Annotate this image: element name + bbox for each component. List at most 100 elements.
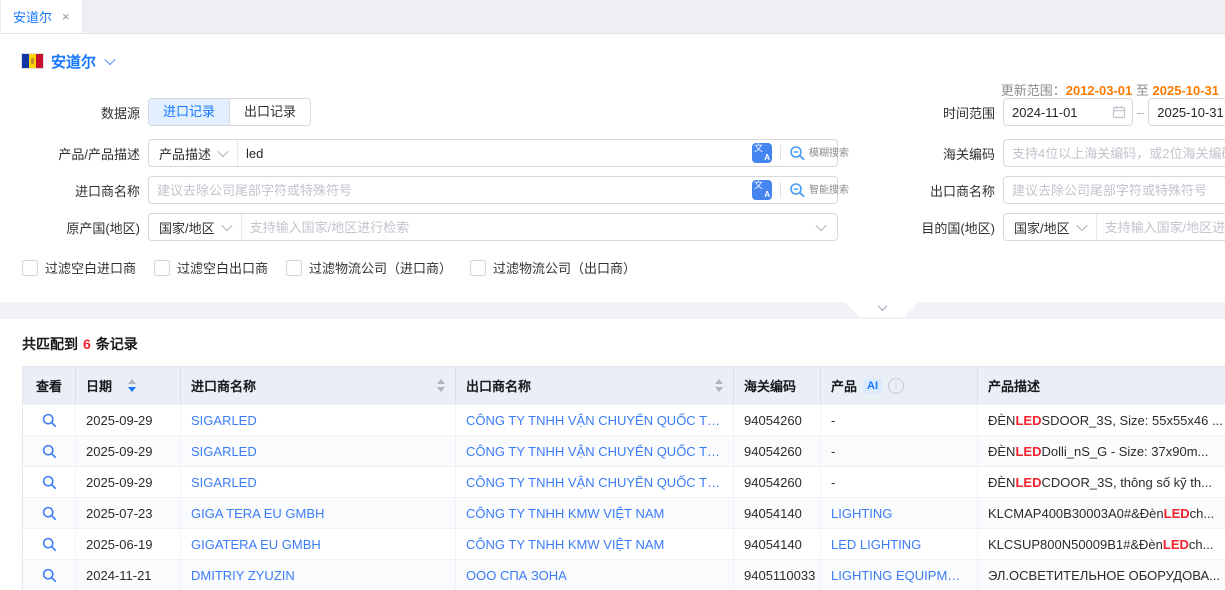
translate-icon[interactable]: 文 A — [752, 180, 772, 200]
cell-desc: KLCSUP800N50009B1#&Đèn LED ch... — [978, 529, 1225, 559]
magnifier-icon — [42, 506, 57, 521]
importer-link[interactable]: GIGATERA EU GMBH — [191, 537, 321, 552]
filter-blank-importer[interactable]: 过滤空白进口商 — [22, 258, 136, 277]
collapse-panel-button[interactable] — [845, 302, 919, 317]
cell-hs: 94054260 — [734, 467, 821, 497]
col-product: 产品 AI i — [821, 367, 978, 404]
sort-exporter-control[interactable] — [709, 379, 723, 392]
product-search-input[interactable] — [238, 146, 752, 161]
importer-link[interactable]: GIGA TERA EU GMBH — [191, 506, 324, 521]
checkbox[interactable] — [22, 260, 38, 276]
cell-product: - — [821, 467, 978, 497]
sort-date-control[interactable] — [122, 379, 136, 392]
origin-type-select[interactable]: 国家/地区 — [149, 214, 242, 240]
exporter-link[interactable]: CÔNG TY TNHH VẬN CHUYỂN QUỐC TẾ TI... — [466, 413, 723, 428]
importer-link[interactable]: SIGARLED — [191, 413, 257, 428]
cell-hs: 94054260 — [734, 436, 821, 466]
tab-andorra[interactable]: 安道尔 × — [1, 0, 83, 33]
info-icon[interactable]: i — [888, 378, 904, 394]
tab-import-records[interactable]: 进口记录 — [149, 99, 229, 125]
hscode-input[interactable] — [1003, 139, 1225, 167]
importer-link[interactable]: SIGARLED — [191, 444, 257, 459]
importer-label: 进口商名称 — [0, 181, 140, 200]
divider — [780, 145, 781, 161]
checkbox[interactable] — [286, 260, 302, 276]
col-date: 日期 — [76, 367, 181, 404]
view-record-button[interactable] — [42, 475, 57, 490]
importer-input[interactable] — [149, 183, 752, 198]
result-count: 6 — [83, 336, 91, 352]
exporter-link[interactable]: CÔNG TY TNHH KMW VIỆT NAM — [466, 506, 664, 521]
cell-date: 2024-11-21 — [76, 560, 181, 590]
origin-input[interactable] — [242, 220, 817, 235]
chevron-down-icon — [877, 301, 887, 311]
fuzzy-search-button[interactable]: 模糊搜索 — [789, 145, 837, 162]
tab-export-records[interactable]: 出口记录 — [229, 99, 310, 125]
form-row-product: 产品/产品描述 产品描述 文 A 模糊搜索 海关编码 — [0, 139, 1225, 167]
table-row: 2025-09-29 SIGARLED CÔNG TY TNHH VẬN CHU… — [23, 404, 1225, 435]
update-range-to: 至 — [1136, 83, 1149, 98]
close-icon[interactable]: × — [62, 9, 70, 24]
filter-logistics-importer[interactable]: 过滤物流公司（进口商） — [286, 258, 452, 277]
product-link[interactable]: LIGHTING EQUIPMENT — [831, 568, 967, 583]
smart-search-button[interactable]: 智能搜索 — [789, 182, 837, 199]
col-desc: 产品描述 — [978, 367, 1225, 404]
view-record-button[interactable] — [42, 537, 57, 552]
view-record-button[interactable] — [42, 413, 57, 428]
cell-desc: ĐÈN LED Dolli_nS_G - Size: 37x90m... — [978, 436, 1225, 466]
table-row: 2025-07-23 GIGA TERA EU GMBH CÔNG TY TNH… — [23, 497, 1225, 528]
product-link[interactable]: LED LIGHTING — [831, 537, 921, 552]
keyword-highlight: LED — [1015, 475, 1041, 490]
timerange-fields: – — [1003, 98, 1225, 126]
chevron-down-icon[interactable] — [104, 54, 115, 65]
view-record-button[interactable] — [42, 444, 57, 459]
exporter-link[interactable]: CÔNG TY TNHH VẬN CHUYỂN QUỐC TẾ TI... — [466, 475, 723, 490]
checkbox[interactable] — [154, 260, 170, 276]
chevron-down-icon — [221, 220, 232, 231]
keyword-highlight: LED — [1164, 506, 1190, 521]
search-icon — [789, 182, 806, 199]
importer-combo: 文 A 智能搜索 — [148, 176, 838, 204]
translate-icon[interactable]: 文 A — [752, 143, 772, 163]
fuzzy-search-label: 模糊搜索 — [809, 148, 831, 159]
form-row-origin: 原产国(地区) 国家/地区 目的国(地区) 国家/地区 — [0, 213, 1225, 241]
cell-date: 2025-09-29 — [76, 436, 181, 466]
product-type-select[interactable]: 产品描述 — [149, 140, 238, 166]
search-icon — [789, 145, 806, 162]
keyword-highlight: LED — [1015, 444, 1041, 459]
magnifier-icon — [42, 444, 57, 459]
keyword-highlight: LED — [1163, 537, 1189, 552]
cell-product: - — [821, 405, 978, 435]
col-exporter: 出口商名称 — [456, 367, 734, 404]
destination-input[interactable] — [1097, 220, 1225, 235]
table-header-row: 查看 日期 进口商名称 出口商名称 海关编码 产品 AI i 产品描述 — [23, 367, 1225, 404]
product-link[interactable]: LIGHTING — [831, 506, 892, 521]
exporter-link[interactable]: CÔNG TY TNHH VẬN CHUYỂN QUỐC TẾ TI... — [466, 444, 723, 459]
importer-link[interactable]: DMITRIY ZYUZIN — [191, 568, 295, 583]
checkbox[interactable] — [470, 260, 486, 276]
sort-importer-control[interactable] — [431, 379, 445, 392]
col-hs: 海关编码 — [734, 367, 821, 404]
view-record-button[interactable] — [42, 568, 57, 583]
cell-hs: 9405110033 — [734, 560, 821, 590]
tab-title: 安道尔 — [13, 7, 52, 26]
view-record-button[interactable] — [42, 506, 57, 521]
exporter-link[interactable]: CÔNG TY TNHH KMW VIỆT NAM — [466, 537, 664, 552]
update-range-start: 2012-03-01 — [1066, 83, 1133, 98]
filter-checkbox-row: 过滤空白进口商 过滤空白出口商 过滤物流公司（进口商） 过滤物流公司（出口商） — [22, 258, 636, 277]
importer-link[interactable]: SIGARLED — [191, 475, 257, 490]
date-end-input[interactable] — [1148, 98, 1225, 126]
exporter-link[interactable]: ООО СПА ЗОНА — [466, 568, 567, 583]
destination-type-select[interactable]: 国家/地区 — [1004, 214, 1097, 240]
destination-type-value: 国家/地区 — [1014, 218, 1070, 237]
filter-logistics-exporter[interactable]: 过滤物流公司（出口商） — [470, 258, 636, 277]
exporter-input[interactable] — [1003, 176, 1225, 204]
product-label: 产品/产品描述 — [0, 144, 140, 163]
filter-blank-exporter[interactable]: 过滤空白出口商 — [154, 258, 268, 277]
magnifier-icon — [42, 413, 57, 428]
table-row: 2025-06-19 GIGATERA EU GMBH CÔNG TY TNHH… — [23, 528, 1225, 559]
magnifier-icon — [42, 537, 57, 552]
cell-hs: 94054260 — [734, 405, 821, 435]
magnifier-icon — [42, 568, 57, 583]
country-header: 安道尔 — [0, 34, 1225, 74]
